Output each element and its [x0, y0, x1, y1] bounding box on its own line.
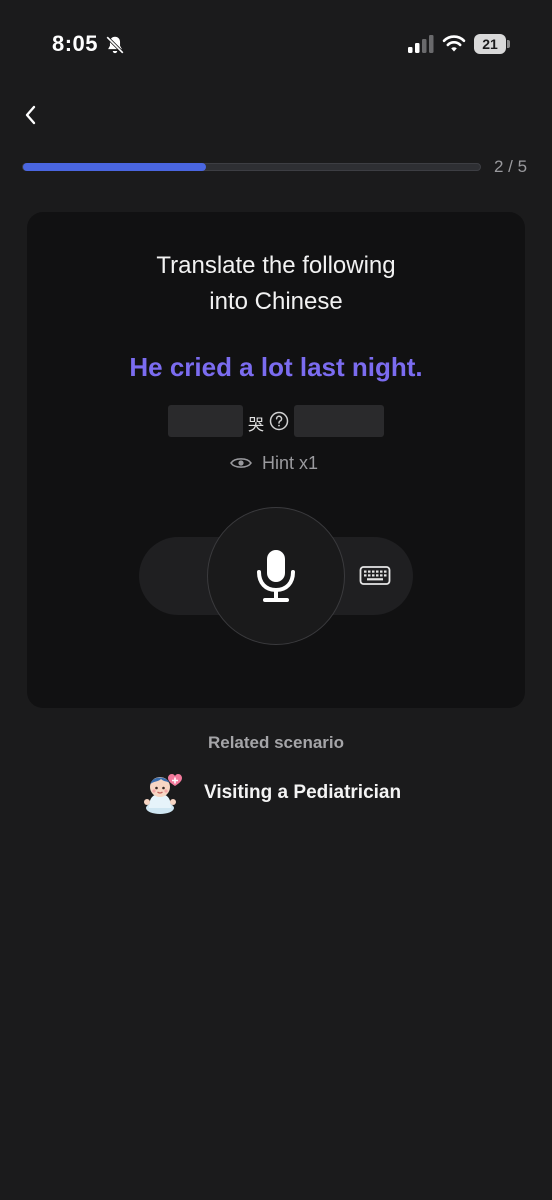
answer-blank-2[interactable] — [294, 405, 384, 437]
bell-off-icon — [106, 36, 124, 54]
keyboard-icon[interactable] — [359, 564, 391, 588]
eye-icon — [230, 458, 252, 468]
scenario-item[interactable]: Visiting a Pediatrician — [138, 770, 401, 816]
wifi-icon — [442, 35, 466, 52]
status-time: 8:05 — [52, 31, 99, 56]
scenario-label: Visiting a Pediatrician — [204, 782, 402, 803]
answer-row: 哭 — [168, 405, 384, 437]
microphone-button[interactable] — [207, 507, 345, 645]
question-icon[interactable] — [269, 411, 289, 431]
exercise-card: Translate the following into Chinese He … — [27, 212, 525, 708]
back-icon — [25, 105, 36, 125]
status-bar: 8:05 21 — [0, 0, 552, 90]
progress-fill — [23, 163, 206, 171]
baby-icon — [144, 774, 182, 814]
battery-icon: 21 — [474, 34, 510, 54]
instruction-line-2: into Chinese — [209, 288, 343, 315]
microphone-icon — [257, 550, 295, 602]
related-scenario-title: Related scenario — [207, 733, 345, 752]
instruction-line-1: Translate the following — [156, 252, 396, 279]
battery-level: 21 — [482, 36, 498, 52]
hint-button[interactable]: Hint x1 — [230, 452, 318, 474]
instruction: Translate the following into Chinese — [27, 248, 525, 320]
progress-label: 2 / 5 — [494, 157, 528, 176]
prompt-sentence: He cried a lot last night. — [129, 352, 423, 382]
back-button[interactable] — [18, 100, 44, 130]
hint-label: Hint x1 — [262, 452, 319, 473]
given-character: 哭 — [248, 415, 265, 434]
signal-icon — [408, 35, 434, 53]
progress-bar — [22, 163, 481, 171]
answer-blank-1[interactable] — [168, 405, 243, 437]
